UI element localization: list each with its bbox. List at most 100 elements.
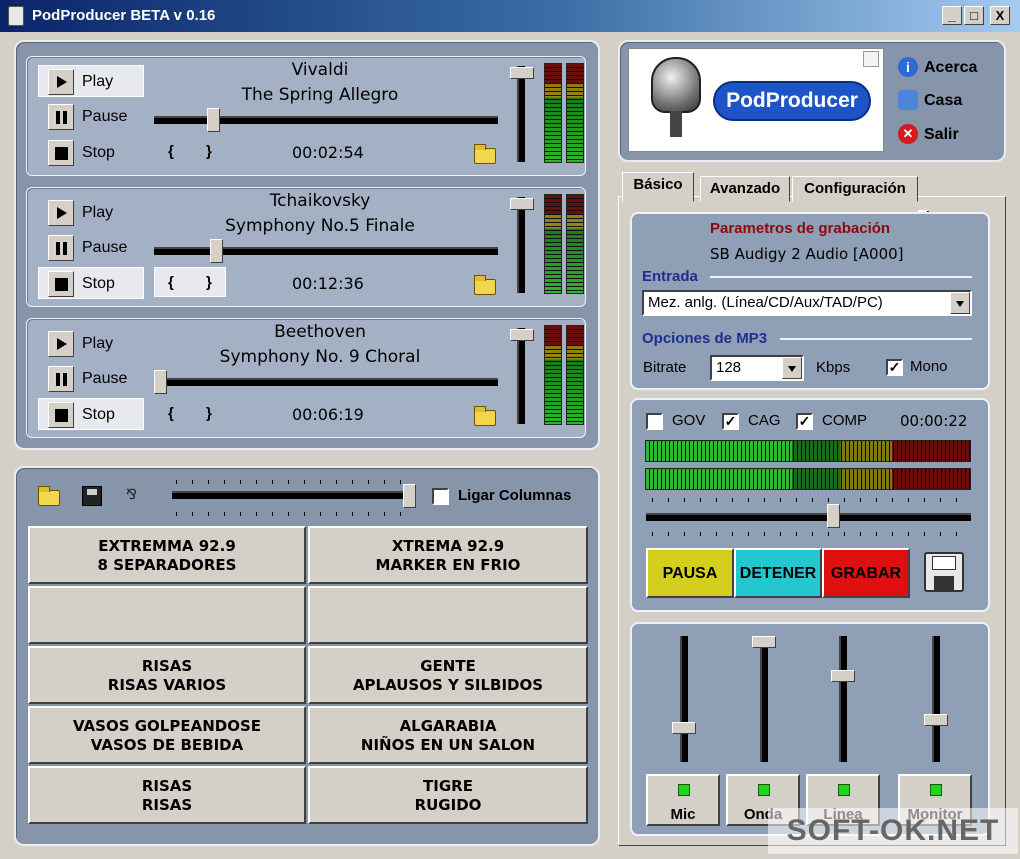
mark-out-button[interactable]: } xyxy=(206,143,212,160)
tab-basico[interactable]: Básico xyxy=(622,172,694,202)
stop-button[interactable] xyxy=(48,271,74,297)
mixer-slider-thumb[interactable] xyxy=(831,670,855,683)
volume-slider-track[interactable] xyxy=(517,197,525,293)
stop-button[interactable] xyxy=(48,402,74,428)
mixer-slider-thumb[interactable] xyxy=(752,636,776,648)
tab-avanzado[interactable]: Avanzado xyxy=(700,176,790,202)
mixer-slider-track[interactable] xyxy=(932,636,940,762)
open-folder-icon[interactable] xyxy=(474,144,496,164)
mark-in-button[interactable]: { xyxy=(168,143,174,160)
fx-slider-track[interactable] xyxy=(172,491,416,499)
stop-button[interactable] xyxy=(48,140,74,166)
level-meter-left xyxy=(544,63,562,163)
play-label[interactable]: Play xyxy=(82,73,113,91)
pause-button[interactable] xyxy=(48,235,74,261)
pause-label[interactable]: Pause xyxy=(82,108,127,126)
stop-label[interactable]: Stop xyxy=(82,144,115,162)
position-slider-thumb[interactable] xyxy=(206,108,220,132)
play-label[interactable]: Play xyxy=(82,204,113,222)
fx-slider-thumb[interactable] xyxy=(403,484,416,508)
fx-button[interactable]: XTREMA 92.9 MARKER EN FRIO xyxy=(308,526,588,584)
home-icon[interactable] xyxy=(898,90,918,110)
mixer-slider-track[interactable] xyxy=(760,636,768,762)
position-slider-track[interactable] xyxy=(154,378,498,386)
volume-slider-thumb[interactable] xyxy=(510,197,534,210)
pause-label[interactable]: Pause xyxy=(82,239,127,257)
record-button[interactable]: GRABAR xyxy=(822,548,910,598)
link-columns-checkbox[interactable] xyxy=(432,488,449,505)
tree-icon[interactable]: ⅋ xyxy=(126,486,142,506)
chevron-down-icon[interactable] xyxy=(950,292,970,314)
exit-icon[interactable]: ✕ xyxy=(898,124,918,144)
save-recording-icon[interactable] xyxy=(924,552,964,592)
play-button[interactable] xyxy=(48,69,74,95)
exit-link[interactable]: Salir xyxy=(924,126,959,144)
mark-in-button[interactable]: { xyxy=(168,405,174,422)
mixer-slider-thumb[interactable] xyxy=(672,721,696,734)
close-button[interactable]: X xyxy=(990,6,1010,25)
pause-label[interactable]: Pause xyxy=(82,370,127,388)
fx-button[interactable] xyxy=(308,586,588,644)
position-slider-thumb[interactable] xyxy=(210,239,224,263)
mixer-slider-track[interactable] xyxy=(839,636,847,762)
fx-button-line2: MARKER EN FRIO xyxy=(375,556,521,574)
record-slider-track[interactable] xyxy=(646,513,971,521)
minimize-button[interactable]: _ xyxy=(942,6,962,25)
title-bar[interactable]: PodProducer BETA v 0.16 _ □ X xyxy=(0,0,1020,32)
app-icon xyxy=(8,6,24,26)
open-folder-icon[interactable] xyxy=(474,275,496,295)
mark-out-button[interactable]: } xyxy=(206,405,212,422)
volume-slider-thumb[interactable] xyxy=(510,66,534,79)
led-indicator xyxy=(930,784,942,796)
stop-label[interactable]: Stop xyxy=(82,406,115,424)
play-button[interactable] xyxy=(48,200,74,226)
volume-slider-track[interactable] xyxy=(517,66,525,162)
fx-button[interactable]: EXTREMMA 92.9 8 SEPARADORES xyxy=(28,526,306,584)
fx-button[interactable]: TIGRE RUGIDO xyxy=(308,766,588,824)
pause-record-button[interactable]: PAUSA xyxy=(646,548,734,598)
volume-slider-thumb[interactable] xyxy=(510,328,534,341)
volume-slider-track[interactable] xyxy=(517,328,525,424)
fx-button[interactable]: ALGARABIA NIÑOS EN UN SALON xyxy=(308,706,588,764)
play-label[interactable]: Play xyxy=(82,335,113,353)
mark-out-button[interactable]: } xyxy=(206,274,212,291)
position-slider-thumb[interactable] xyxy=(154,370,167,394)
mixer-slider-track[interactable] xyxy=(680,636,688,762)
stop-record-button[interactable]: DETENER xyxy=(734,548,822,598)
tab-configuracion[interactable]: Configuración xyxy=(792,176,918,202)
fx-button[interactable]: VASOS GOLPEANDOSE VASOS DE BEBIDA xyxy=(28,706,306,764)
bitrate-select[interactable]: 128 xyxy=(710,355,804,381)
cag-checkbox[interactable]: ✓ xyxy=(722,413,739,430)
chevron-down-icon[interactable] xyxy=(782,357,802,379)
mixer-slider-thumb[interactable] xyxy=(924,713,948,726)
input-label: Entrada xyxy=(642,268,698,285)
open-folder-icon[interactable] xyxy=(38,486,60,506)
pause-button[interactable] xyxy=(48,104,74,130)
fx-button[interactable] xyxy=(28,586,306,644)
fx-button-line2: RUGIDO xyxy=(414,796,482,814)
deck-time: 00:02:54 xyxy=(292,143,364,162)
mixer-channel-button[interactable]: Mic xyxy=(646,774,720,826)
about-link[interactable]: Acerca xyxy=(924,59,977,77)
fx-button-line2: RISAS xyxy=(141,796,193,814)
gov-checkbox[interactable] xyxy=(646,413,663,430)
bitrate-label: Bitrate xyxy=(643,359,687,376)
home-link[interactable]: Casa xyxy=(924,92,962,110)
play-button[interactable] xyxy=(48,331,74,357)
fx-button[interactable]: RISAS RISAS xyxy=(28,766,306,824)
position-slider-track[interactable] xyxy=(154,116,498,124)
input-select[interactable]: Mez. anlg. (Línea/CD/Aux/TAD/PC) xyxy=(642,290,972,316)
comp-checkbox[interactable]: ✓ xyxy=(796,413,813,430)
save-disk-icon[interactable] xyxy=(82,486,102,506)
fx-button[interactable]: RISAS RISAS VARIOS xyxy=(28,646,306,704)
position-slider-track[interactable] xyxy=(154,247,498,255)
record-slider-thumb[interactable] xyxy=(826,504,840,528)
stop-label[interactable]: Stop xyxy=(82,275,115,293)
mono-checkbox[interactable]: ✓ xyxy=(886,359,903,376)
pause-button[interactable] xyxy=(48,366,74,392)
info-icon[interactable]: i xyxy=(898,57,918,77)
maximize-button[interactable]: □ xyxy=(964,6,984,25)
fx-button[interactable]: GENTE APLAUSOS Y SILBIDOS xyxy=(308,646,588,704)
mark-in-button[interactable]: { xyxy=(168,274,174,291)
open-folder-icon[interactable] xyxy=(474,406,496,426)
